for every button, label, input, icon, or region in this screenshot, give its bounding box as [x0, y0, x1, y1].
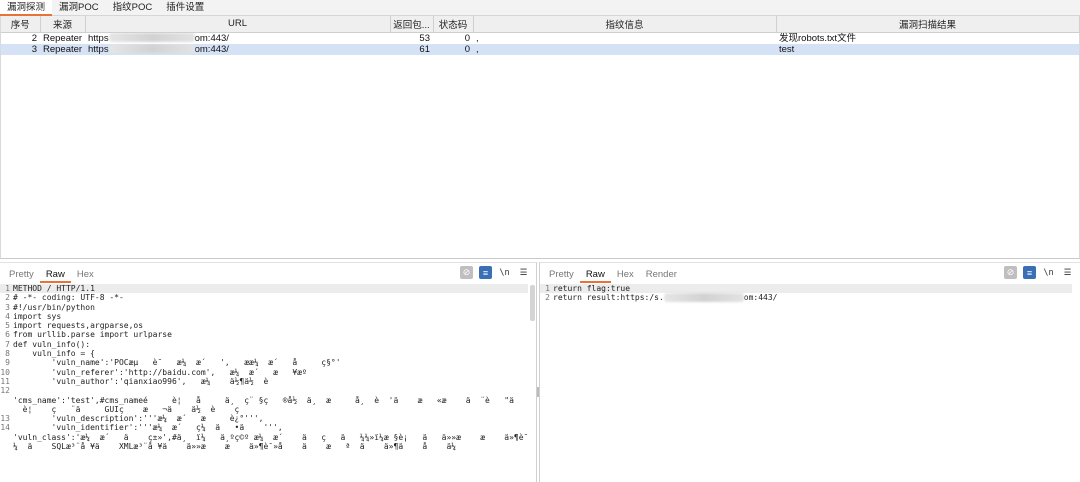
table-row[interactable]: 3 Repeater https om:443/ 61 0 , test [1, 43, 1079, 55]
cell-length: 53 [419, 32, 430, 44]
request-scrollbar[interactable] [530, 285, 535, 321]
tab-vuln-detect[interactable]: 漏洞探测 [0, 0, 53, 16]
code-line: 5 import requests,argparse,os [5, 321, 144, 331]
redacted-blur [108, 44, 195, 54]
tab-raw[interactable]: Raw [579, 267, 611, 283]
code-line: 14 'vuln_identifier':'''æ¼ æ´ ç¼ ä •ä ''… [0, 423, 283, 433]
col-header-source[interactable]: 来源 [40, 16, 86, 33]
cell-id: 3 [1, 43, 40, 55]
code-line: 4 import sys [5, 311, 62, 321]
col-header-fingerprint[interactable]: 指纹信息 [473, 16, 777, 33]
tab-pretty[interactable]: Pretty [3, 267, 40, 283]
cell-status: 0 [464, 32, 470, 44]
cell-result: test [776, 43, 1079, 55]
tab-raw[interactable]: Raw [39, 267, 71, 283]
code-line: 11 'vuln_author':'qianxiao996', æ¼ ä½¶ä½… [0, 376, 269, 386]
cell-length: 61 [390, 43, 433, 55]
tab-hex[interactable]: Hex [611, 267, 640, 283]
redacted-blur [108, 33, 195, 43]
code-line: 1 return flag:true [540, 284, 1072, 294]
code-line: 10 'vuln_referer':'http://baidu.com', æ¼… [0, 367, 307, 377]
code-line: 3 #!/usr/bin/python [5, 302, 95, 312]
code-line: 8 vuln_info = { [5, 349, 95, 359]
hamburger-icon[interactable]: ☰ [517, 266, 530, 279]
cell-url: https om:443/ [85, 43, 390, 55]
code-line: 'cms_name':'test',#cms_nameé è¦ å ä¸ ç¨ … [13, 395, 528, 405]
request-editor[interactable]: 1 METHOD / HTTP/1.1 2 # -*- coding: UTF-8 -… [0, 284, 528, 482]
results-table: 序号 来源 URL 返回包... 状态码 指纹信息 漏洞扫描结果 2 Repea… [1, 16, 1080, 55]
col-header-length[interactable]: 返回包... [390, 16, 434, 33]
top-tab-bar: 漏洞探测 漏洞POC 指纹POC 插件设置 [0, 0, 1080, 16]
cell-fingerprint: , [473, 43, 776, 55]
table-row[interactable]: 2 Repeater https om:443/ 53 0 , 发现robots.… [1, 32, 1079, 44]
code-line: 9 'vuln_name':'POCæµ è¯ æ¼ æ´ ', ææ¼ æ´ … [5, 358, 341, 368]
cell-result: 发现robots.txt文件 [779, 32, 857, 44]
request-toolbar: ⊘ ≡ \n ☰ [460, 266, 530, 279]
code-line: 2 return result:https:/s. om:443/ [545, 293, 778, 303]
results-table-container: 序号 来源 URL 返回包... 状态码 指纹信息 漏洞扫描结果 2 Repea… [0, 16, 1080, 259]
response-pane: Pretty Raw Hex Render ⊘ ≡ \n ☰ 1 return f… [539, 262, 1080, 482]
code-line: 12 [0, 386, 10, 396]
hamburger-icon[interactable]: ☰ [1061, 266, 1074, 279]
tab-render[interactable]: Render [640, 267, 683, 283]
eye-off-icon[interactable]: ⊘ [460, 266, 473, 279]
cell-fingerprint: , [476, 32, 479, 44]
code-line: ¼ ä SQLæ³¨å ¥ä XMLæ³¨å ¥ä ä»»æ æ ä»¶è¯»å… [13, 442, 457, 452]
response-toolbar: ⊘ ≡ \n ☰ [1004, 266, 1074, 279]
tab-hex[interactable]: Hex [71, 267, 100, 283]
newline-icon[interactable]: \n [498, 266, 511, 279]
cell-source: Repeater [40, 43, 85, 55]
col-header-result[interactable]: 漏洞扫描结果 [776, 16, 1080, 33]
col-header-id[interactable]: 序号 [1, 16, 41, 33]
tab-plugin-settings[interactable]: 插件设置 [159, 0, 211, 16]
code-line: 6 from urllib.parse import urlparse [5, 330, 172, 340]
tab-vuln-poc[interactable]: 漏洞POC [52, 0, 106, 16]
tab-pretty[interactable]: Pretty [543, 267, 580, 283]
eye-off-icon[interactable]: ⊘ [1004, 266, 1017, 279]
newline-icon[interactable]: \n [1042, 266, 1055, 279]
code-line: 1 METHOD / HTTP/1.1 [0, 284, 528, 294]
col-header-status[interactable]: 状态码 [433, 16, 474, 33]
col-header-url[interactable]: URL [85, 16, 391, 33]
redacted-blur [663, 293, 744, 303]
request-pane: Pretty Raw Hex ⊘ ≡ \n ☰ 1 METHOD / HTTP/1… [0, 262, 537, 482]
cell-url: https om:443/ [88, 32, 229, 44]
tab-fingerprint-poc[interactable]: 指纹POC [106, 0, 160, 16]
code-line: 7 def vuln_info(): [5, 339, 91, 349]
cell-id: 2 [31, 32, 37, 44]
code-line: 2 # -*- coding: UTF-8 -*- [5, 293, 124, 303]
cell-source: Repeater [43, 32, 83, 44]
wrap-icon[interactable]: ≡ [479, 266, 492, 279]
cell-status: 0 [433, 43, 473, 55]
code-line: è¦ ç ¨ä GUIç æ ¬ä ä½ è ç [13, 404, 259, 414]
wrap-icon[interactable]: ≡ [1023, 266, 1036, 279]
request-tabs: Pretty Raw Hex ⊘ ≡ \n ☰ [0, 263, 536, 283]
response-editor[interactable]: 1 return flag:true 2 return result:https:/… [540, 284, 1072, 482]
response-tabs: Pretty Raw Hex Render ⊘ ≡ \n ☰ [540, 263, 1080, 283]
code-line: 'vuln_class':'æ¼ æ´ ä ç±»',#ä¸ ï¼ ä¸ºç©º… [13, 432, 528, 442]
